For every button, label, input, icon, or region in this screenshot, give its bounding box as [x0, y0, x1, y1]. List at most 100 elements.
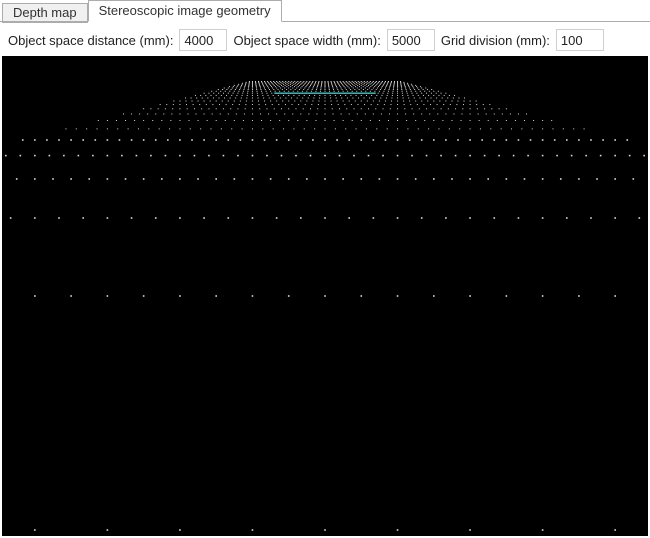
grid-dot — [280, 88, 281, 89]
grid-dot — [339, 155, 341, 157]
grid-dot — [281, 108, 282, 109]
grid-dot — [342, 178, 344, 180]
grid-dot — [324, 155, 326, 157]
grid-dot — [400, 83, 401, 84]
grid-dot — [155, 114, 156, 115]
grid-dot — [331, 81, 332, 82]
grid-dot — [265, 83, 266, 84]
grid-dot — [389, 86, 390, 87]
grid-dot — [279, 81, 280, 82]
grid-dot — [218, 98, 219, 99]
grid-dot — [241, 86, 242, 87]
grid-dot — [242, 93, 243, 94]
grid-dot — [444, 95, 445, 96]
grid-dot — [196, 114, 197, 115]
grid-dot — [256, 85, 257, 86]
grid-dot — [311, 83, 312, 84]
object-space-distance-input[interactable] — [179, 29, 227, 51]
grid-dot — [191, 98, 192, 99]
grid-dot — [376, 95, 377, 96]
grid-dot — [324, 295, 326, 297]
grid-dot — [445, 101, 446, 102]
grid-dot — [195, 95, 196, 96]
grid-dot — [438, 95, 439, 96]
grid-dot — [381, 83, 382, 84]
grid-dot — [357, 88, 358, 89]
grid-dot — [369, 82, 370, 83]
grid-dot — [364, 98, 365, 99]
grid-dot — [231, 95, 232, 96]
grid-dot — [376, 84, 377, 85]
grid-dot — [421, 101, 422, 102]
grid-dot — [431, 98, 432, 99]
grid-dot — [476, 104, 477, 105]
grid-dot — [303, 108, 304, 109]
object-space-width-input[interactable] — [387, 29, 435, 51]
grid-dot — [400, 84, 401, 85]
grid-dot — [451, 120, 452, 121]
grid-dot — [199, 104, 200, 105]
grid-dot — [348, 139, 350, 141]
grid-dot — [298, 86, 299, 87]
grid-dot — [405, 88, 406, 89]
grid-dot — [312, 101, 313, 102]
grid-dot — [542, 295, 544, 297]
grid-dot — [271, 86, 272, 87]
grid-dot — [407, 93, 408, 94]
grid-dot — [393, 91, 394, 92]
grid-dot — [431, 89, 432, 90]
grid-dot — [288, 139, 290, 141]
grid-dot — [404, 84, 405, 85]
grid-dot — [417, 88, 418, 89]
grid-dot — [300, 88, 301, 89]
grid-dot — [542, 120, 543, 121]
grid-dot — [264, 81, 265, 82]
grid-dot — [385, 139, 387, 141]
grid-dot — [332, 86, 333, 87]
grid-division-input[interactable] — [556, 29, 604, 51]
grid-dot — [421, 93, 422, 94]
grid-dot — [237, 108, 238, 109]
grid-dot — [359, 89, 360, 90]
grid-dot — [309, 95, 310, 96]
grid-dot — [318, 83, 319, 84]
grid-dot — [290, 89, 291, 90]
grid-dot — [394, 83, 395, 84]
grid-dot — [304, 84, 305, 85]
grid-dot — [179, 108, 180, 109]
grid-dot — [418, 95, 419, 96]
grid-dot — [283, 84, 284, 85]
grid-dot — [268, 83, 269, 84]
grid-dot — [348, 83, 349, 84]
grid-dot — [349, 114, 350, 115]
tab-depth-map[interactable]: Depth map — [2, 3, 88, 23]
grid-dot — [295, 89, 296, 90]
grid-dot — [493, 217, 495, 219]
grid-dot — [353, 155, 355, 157]
grid-dot — [397, 93, 398, 94]
grid-dot — [361, 83, 362, 84]
grid-dot — [280, 98, 281, 99]
grid-dot — [347, 91, 348, 92]
grid-dot — [445, 217, 447, 219]
grid-dot — [270, 120, 271, 121]
grid-dot — [407, 95, 408, 96]
grid-dot — [267, 86, 268, 87]
grid-dot — [216, 108, 217, 109]
grid-dot — [469, 217, 471, 219]
grid-dot — [260, 89, 261, 90]
grid-dot — [554, 139, 556, 141]
grid-dot — [207, 120, 208, 121]
grid-division-label: Grid division (mm): — [441, 33, 550, 48]
grid-dot — [361, 91, 362, 92]
grid-dot — [291, 81, 292, 82]
grid-dot — [230, 108, 231, 109]
grid-dot — [325, 86, 326, 87]
grid-dot — [373, 84, 374, 85]
grid-dot — [389, 89, 390, 90]
grid-dot — [386, 85, 387, 86]
grid-dot — [231, 128, 232, 129]
tab-stereoscopic-geometry[interactable]: Stereoscopic image geometry — [88, 0, 282, 22]
grid-dot — [200, 95, 201, 96]
grid-dot — [384, 89, 385, 90]
